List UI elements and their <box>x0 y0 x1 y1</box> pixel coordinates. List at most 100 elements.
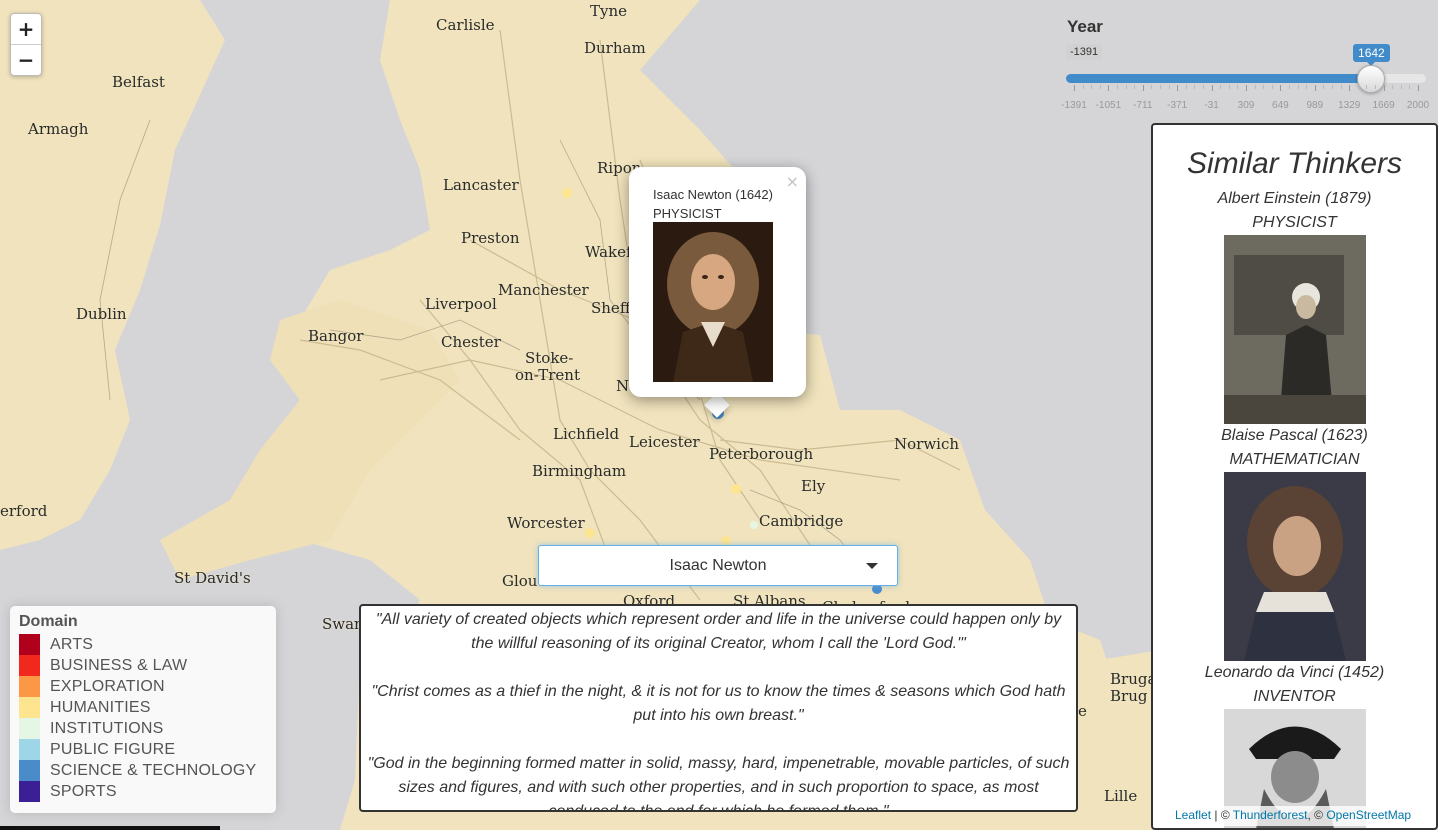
thinker-card[interactable]: Leonardo da Vinci (1452) INVENTOR <box>1153 661 1436 828</box>
person-popup: × Isaac Newton (1642) PHYSICIST <box>629 167 806 397</box>
slider-tick <box>1168 85 1170 89</box>
place-label: Peterborough <box>709 445 814 463</box>
legend-swatch <box>19 739 40 760</box>
slider-tick <box>1366 85 1368 89</box>
zoom-in-button[interactable]: + <box>11 14 41 45</box>
slider-tick-label: 309 <box>1237 100 1255 111</box>
legend-swatch <box>19 655 40 676</box>
slider-tick <box>1280 85 1282 91</box>
newton-portrait-image <box>653 222 773 382</box>
thinker-occupation: INVENTOR <box>1253 688 1336 705</box>
slider-tick <box>1194 85 1196 89</box>
zoom-control: + − <box>10 13 42 76</box>
domain-legend: Domain ARTS BUSINESS & LAW EXPLORATION HUMA… <box>10 606 276 813</box>
thinker-occupation: MATHEMATICIAN <box>1229 451 1360 468</box>
place-label: e <box>1078 702 1087 720</box>
year-slider-panel: Year -1391 1642 -1391 -1051 -711 -371 -31 309… <box>1061 14 1430 114</box>
legend-item: BUSINESS & LAW <box>19 655 267 676</box>
einstein-portrait-image <box>1223 235 1366 424</box>
slider-tick <box>1306 85 1308 89</box>
place-label: Birmingham <box>532 462 627 480</box>
slider-tick <box>1349 85 1351 91</box>
zoom-out-button[interactable]: − <box>11 45 41 76</box>
place-label: Norwich <box>894 435 960 453</box>
slider-tick <box>1237 85 1239 89</box>
quote-text: "All variety of created objects which re… <box>375 611 1062 652</box>
place-label: Dublin <box>76 305 127 323</box>
slider-tick-label: 1669 <box>1372 100 1395 111</box>
legend-item: SPORTS <box>19 781 267 802</box>
slider-tick <box>1108 85 1110 91</box>
legend-swatch <box>19 760 40 781</box>
place-label: Swan <box>322 615 364 633</box>
place-label: Tyne <box>590 2 628 20</box>
slider-tick <box>1332 85 1333 89</box>
thinker-select[interactable]: Isaac Newton <box>538 545 898 586</box>
thinker-card[interactable]: Blaise Pascal (1623) MATHEMATICIAN <box>1153 424 1436 661</box>
slider-tick <box>1082 85 1084 89</box>
slider-tick <box>1185 85 1187 89</box>
popup-close-button[interactable]: × <box>786 172 799 191</box>
legend-item: INSTITUTIONS <box>19 718 267 739</box>
slider-tick-label: 1329 <box>1338 100 1361 111</box>
slider-tick <box>1392 85 1394 89</box>
legend-title: Domain <box>19 613 78 630</box>
legend-label: ARTS <box>50 635 94 653</box>
slider-tick-label: 989 <box>1306 100 1324 111</box>
place-label: Sheff <box>591 299 631 317</box>
thinker-card[interactable]: Albert Einstein (1879) PHYSICIST <box>1153 187 1436 424</box>
legend-item: SCIENCE & TECHNOLOGY <box>19 760 267 781</box>
legend-label: BUSINESS & LAW <box>50 656 188 674</box>
legend-label: SPORTS <box>50 782 117 800</box>
slider-tick-label: 649 <box>1272 100 1289 111</box>
quotes-panel[interactable]: "All variety of created objects which re… <box>359 604 1078 812</box>
legend-swatch <box>19 781 40 802</box>
slider-tick-label: -371 <box>1167 100 1188 111</box>
slider-tick <box>1323 85 1325 89</box>
slider-tick <box>1074 85 1075 91</box>
slider-tick <box>1142 85 1144 91</box>
slider-tick-label: -1391 <box>1061 100 1087 111</box>
slider-tick <box>1314 85 1316 91</box>
quote-text: "God in the beginning formed matter in s… <box>367 755 1070 812</box>
legend-item: PUBLIC FIGURE <box>19 739 267 760</box>
place-label: erford <box>0 502 48 520</box>
slider-tick-label: 2000 <box>1406 100 1430 111</box>
similar-thinkers-panel[interactable]: Similar Thinkers Albert Einstein (1879) … <box>1151 123 1438 830</box>
place-label: Durham <box>584 39 646 57</box>
slider-tick <box>1151 85 1153 89</box>
place-label: Chester <box>441 333 501 351</box>
similar-title: Similar Thinkers <box>1186 147 1403 180</box>
popup-subtitle: PHYSICIST <box>653 206 722 221</box>
year-label: Year <box>1067 17 1103 36</box>
year-min-badge: -1391 <box>1066 44 1103 60</box>
thunderforest-link[interactable]: Thunderforest <box>1233 808 1308 822</box>
legend-swatch <box>19 718 40 739</box>
legend-label: SCIENCE & TECHNOLOGY <box>50 761 257 779</box>
year-slider-handle[interactable] <box>1357 65 1386 93</box>
slider-tick <box>1289 85 1290 89</box>
slider-tick <box>1160 85 1161 89</box>
chevron-down-icon <box>866 563 878 569</box>
openstreetmap-link[interactable]: OpenStreetMap <box>1326 808 1411 822</box>
slider-tick <box>1220 85 1222 89</box>
slider-tick <box>1375 85 1376 89</box>
legend-item: HUMANITIES <box>19 697 267 718</box>
thinker-name: Blaise Pascal (1623) <box>1221 427 1368 444</box>
legend-swatch <box>19 697 40 718</box>
leaflet-link[interactable]: Leaflet <box>1175 808 1211 822</box>
slider-tick <box>1117 85 1118 89</box>
slider-tick <box>1383 85 1385 91</box>
legend-label: HUMANITIES <box>50 698 151 716</box>
place-label: Carlisle <box>436 16 495 34</box>
place-label: Bangor <box>308 327 364 345</box>
map-attribution: Leaflet | © Thunderforest, © OpenStreetM… <box>1170 806 1417 826</box>
slider-tick <box>1091 85 1093 89</box>
place-label: Preston <box>461 229 520 247</box>
slider-tick <box>1263 85 1265 89</box>
bottom-scrollbar[interactable] <box>0 826 220 830</box>
slider-tick <box>1125 85 1127 89</box>
place-label: St David's <box>174 569 251 587</box>
legend-item: ARTS <box>19 634 267 655</box>
slider-tick <box>1418 85 1419 91</box>
